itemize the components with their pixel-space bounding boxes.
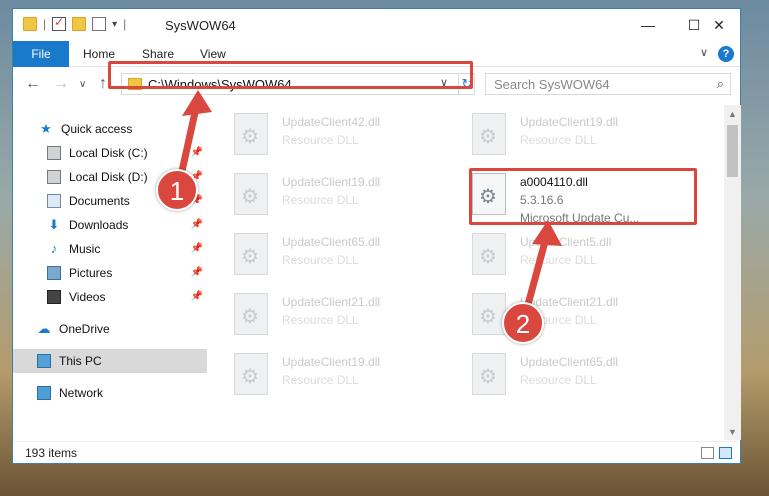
step-badge-2: 2 — [502, 302, 544, 344]
annotation-arrows — [176, 90, 562, 316]
arrow-2-head — [532, 220, 562, 246]
arrow-2-line — [522, 234, 550, 316]
step-badge-1: 1 — [156, 169, 198, 211]
arrow-1-head — [182, 90, 212, 116]
